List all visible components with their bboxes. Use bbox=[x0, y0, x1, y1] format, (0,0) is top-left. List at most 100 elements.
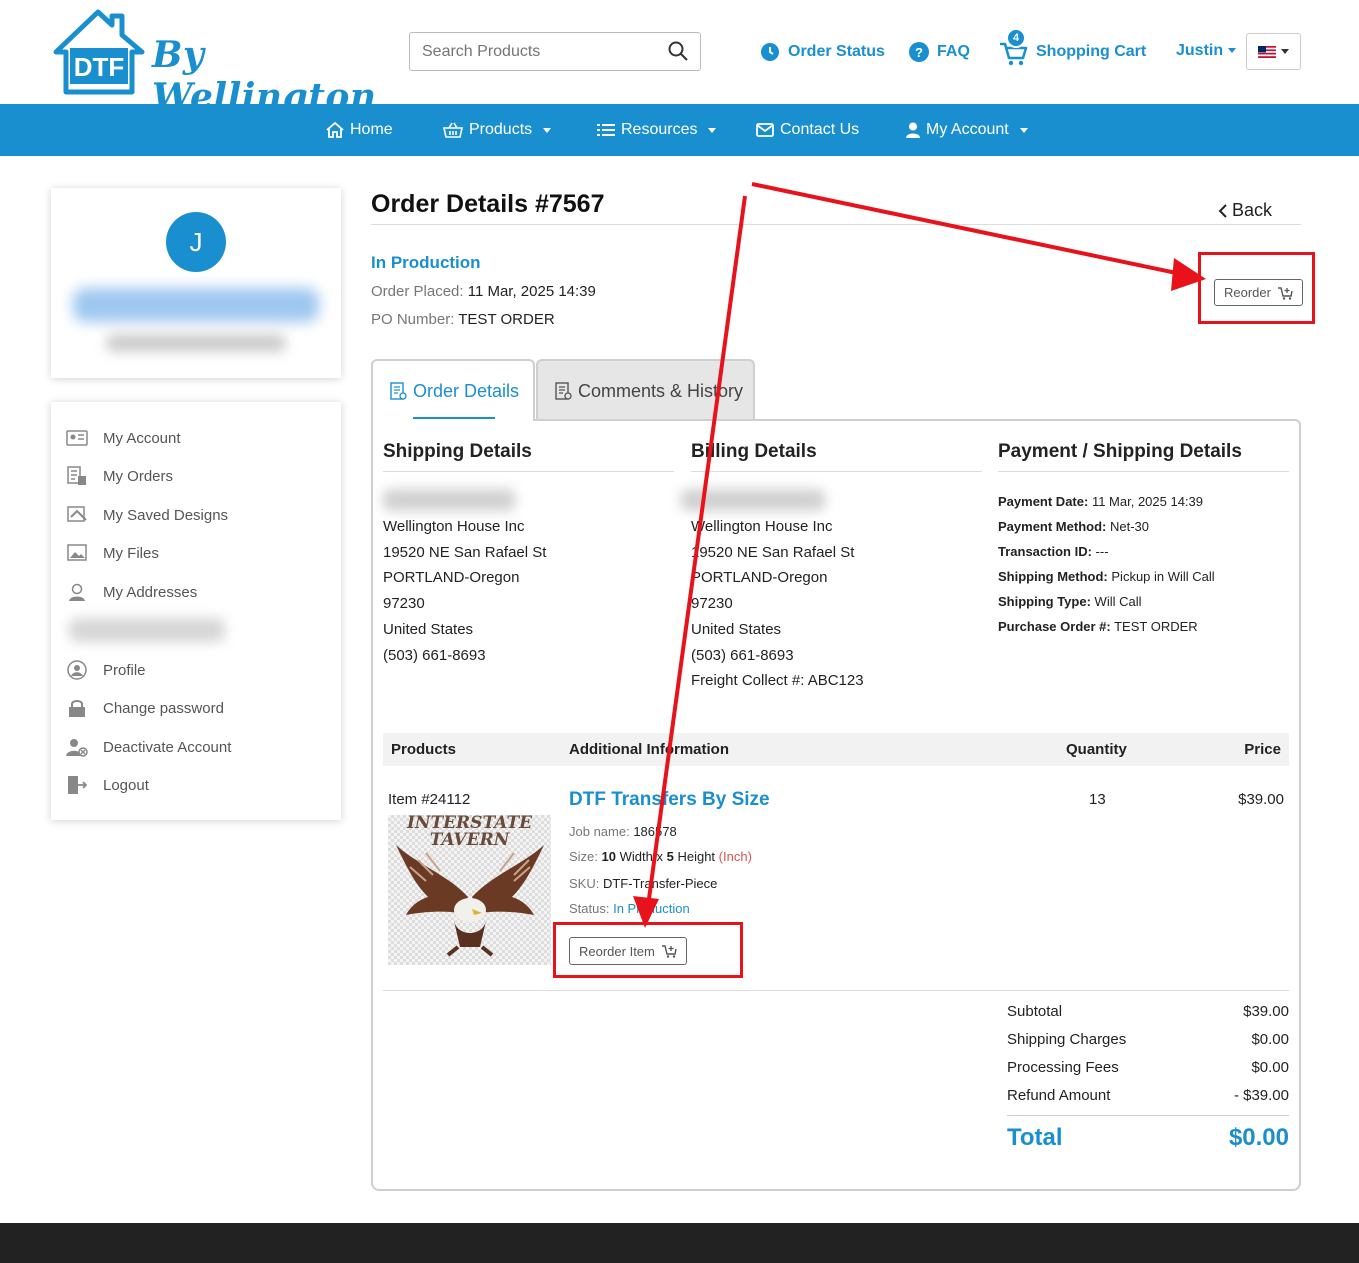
profile-icon bbox=[65, 660, 89, 680]
total-label: Total bbox=[1007, 1124, 1063, 1151]
sidebar-item-deactivate-account[interactable]: Deactivate Account bbox=[65, 735, 231, 759]
eagle-image-icon bbox=[396, 845, 544, 957]
search-input[interactable] bbox=[410, 33, 650, 70]
payment-row: Shipping Type: Will Call bbox=[998, 589, 1215, 614]
list-icon bbox=[597, 124, 615, 136]
account-menu: My Account My Orders My Saved Designs My… bbox=[51, 402, 341, 820]
item-price: $39.00 bbox=[1238, 791, 1284, 808]
products-table-header: Products Additional Information Quantity… bbox=[383, 733, 1289, 766]
billing-details-heading: Billing Details bbox=[691, 441, 817, 462]
sidebar-item-label: Deactivate Account bbox=[103, 738, 232, 756]
annotation-arrow-line bbox=[751, 182, 1187, 277]
nav-resources-label: Resources bbox=[621, 121, 698, 138]
chevron-down-icon bbox=[708, 127, 717, 133]
sidebar-item-change-password[interactable]: Change password bbox=[65, 696, 224, 720]
sidebar-item-my-account[interactable]: My Account bbox=[65, 426, 181, 450]
sku-info: SKU: DTF-Transfer-Piece bbox=[569, 876, 717, 891]
size-separator: x bbox=[656, 849, 663, 864]
clock-icon bbox=[761, 43, 779, 61]
po-number-value: TEST ORDER bbox=[458, 311, 555, 328]
sidebar-item-my-orders[interactable]: My Orders bbox=[65, 464, 173, 488]
sidebar-item-logout[interactable]: Logout bbox=[65, 773, 149, 797]
size-width-label: Width bbox=[619, 849, 653, 864]
size-unit: (Inch) bbox=[718, 849, 752, 864]
shipping-line: Wellington House Inc bbox=[383, 518, 525, 535]
payment-row-label: Shipping Type: bbox=[998, 594, 1091, 609]
payment-details: Payment Date: 11 Mar, 2025 14:39 Payment… bbox=[998, 489, 1215, 639]
sidebar-item-my-saved-designs[interactable]: My Saved Designs bbox=[65, 503, 228, 527]
sidebar-item-label: My Files bbox=[103, 544, 159, 562]
payment-row-label: Purchase Order #: bbox=[998, 619, 1111, 634]
order-total: Total $0.00 bbox=[1007, 1124, 1289, 1152]
product-thumbnail[interactable]: INTERSTATE TAVERN bbox=[388, 815, 551, 965]
tab-order-details[interactable]: Order Details bbox=[371, 359, 535, 421]
sidebar-item-label: Logout bbox=[103, 776, 149, 794]
job-name-value: 186578 bbox=[633, 824, 677, 839]
summary-label: Subtotal bbox=[1007, 1003, 1063, 1020]
payment-details-heading: Payment / Shipping Details bbox=[998, 441, 1242, 462]
page-title: Order Details #7567 bbox=[371, 190, 605, 218]
sidebar-item-my-addresses[interactable]: My Addresses bbox=[65, 580, 197, 604]
address-icon bbox=[65, 582, 89, 602]
summary-divider bbox=[1007, 1115, 1289, 1116]
po-number-label: PO Number: bbox=[371, 311, 455, 328]
item-status-label: Status: bbox=[569, 901, 610, 916]
summary-value: - $39.00 bbox=[1233, 1087, 1289, 1104]
sidebar-item-label: My Saved Designs bbox=[103, 506, 229, 524]
payment-row-label: Shipping Method: bbox=[998, 569, 1108, 584]
faq-link[interactable]: ? FAQ bbox=[909, 40, 970, 64]
payment-row-label: Payment Date: bbox=[998, 494, 1089, 509]
nav-resources[interactable]: Resources bbox=[597, 104, 717, 156]
document-icon bbox=[390, 382, 407, 400]
column-header-products: Products bbox=[391, 741, 457, 758]
payment-row-value: Will Call bbox=[1094, 594, 1142, 609]
nav-products-label: Products bbox=[469, 121, 533, 138]
payment-row-label: Transaction ID: bbox=[998, 544, 1092, 559]
item-status: Status: In Production bbox=[569, 901, 690, 916]
nav-products[interactable]: Products bbox=[443, 104, 552, 156]
search-box bbox=[409, 32, 701, 71]
nav-contact[interactable]: Contact Us bbox=[756, 104, 859, 156]
summary-label: Processing Fees bbox=[1007, 1059, 1119, 1076]
user-icon bbox=[906, 122, 920, 138]
nav-account[interactable]: My Account bbox=[906, 104, 1028, 156]
nav-contact-label: Contact Us bbox=[780, 121, 860, 138]
product-name-link[interactable]: DTF Transfers By Size bbox=[569, 789, 770, 811]
language-selector[interactable] bbox=[1246, 33, 1301, 70]
tab-comments-history[interactable]: Comments & History bbox=[536, 359, 755, 421]
redacted-email bbox=[106, 334, 286, 352]
active-tab-underline bbox=[413, 417, 495, 419]
sku-value: DTF-Transfer-Piece bbox=[602, 876, 718, 891]
us-flag-icon bbox=[1258, 45, 1276, 58]
size-height-label: Height bbox=[677, 849, 716, 864]
user-menu[interactable]: Justin bbox=[1176, 42, 1237, 60]
order-placed-label: Order Placed: bbox=[371, 283, 464, 300]
billing-address: Wellington House Inc 19520 NE San Rafael… bbox=[691, 514, 864, 694]
avatar: J bbox=[166, 212, 226, 272]
shipping-line: United States bbox=[383, 620, 474, 638]
shipping-line: 19520 NE San Rafael St bbox=[383, 543, 547, 561]
search-icon[interactable] bbox=[668, 41, 688, 61]
order-status: In Production bbox=[371, 253, 481, 272]
summary-value: $0.00 bbox=[1251, 1031, 1289, 1048]
back-link[interactable]: Back bbox=[1218, 200, 1272, 221]
redacted-menu-item bbox=[69, 618, 225, 642]
chevron-down-icon bbox=[1281, 49, 1289, 54]
sidebar-item-profile[interactable]: Profile bbox=[65, 658, 146, 682]
history-icon bbox=[555, 382, 572, 400]
item-status-value: In Production bbox=[613, 901, 690, 916]
billing-line: United States bbox=[691, 620, 782, 638]
table-divider bbox=[383, 990, 1289, 991]
tab-comments-history-label: Comments & History bbox=[578, 380, 744, 401]
order-status-link[interactable]: Order Status bbox=[760, 40, 885, 64]
shipping-details-heading: Shipping Details bbox=[383, 441, 532, 462]
nav-home[interactable]: Home bbox=[326, 104, 393, 156]
chevron-down-icon bbox=[1228, 48, 1237, 54]
site-logo[interactable]: DTF By Wellington bbox=[52, 8, 376, 118]
nav-home-label: Home bbox=[350, 121, 393, 138]
shipping-address: Wellington House Inc 19520 NE San Rafael… bbox=[383, 514, 546, 668]
home-icon bbox=[326, 122, 344, 138]
tab-order-details-label: Order Details bbox=[413, 380, 520, 401]
sidebar-item-my-files[interactable]: My Files bbox=[65, 541, 159, 565]
title-divider bbox=[371, 224, 1301, 225]
